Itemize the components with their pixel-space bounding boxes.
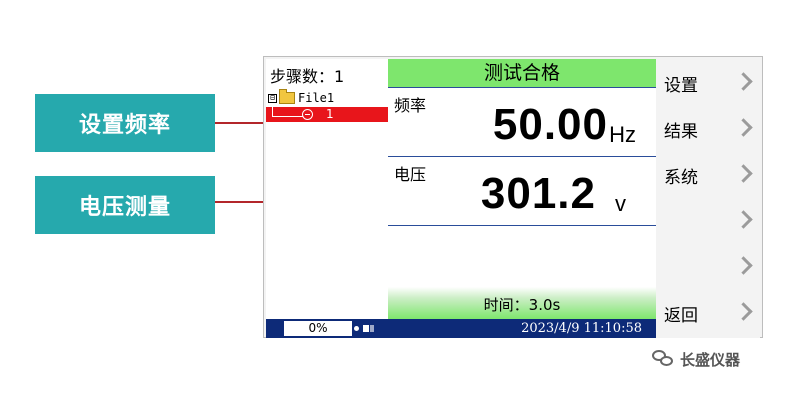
frequency-unit: Hz [609,122,636,147]
chevron-right-icon [734,256,753,275]
folder-icon [279,89,295,104]
measurement-panel: 测试合格 频率 50.00 Hz 电压 301.2 v 时间：3.0s [388,59,656,319]
frequency-value: 50.00 [492,100,608,149]
chevron-right-icon [734,302,753,321]
menu-item-results[interactable]: 结果 [656,105,760,151]
wechat-icon [652,350,674,368]
step-tree-panel: 步骤数：1 ⊟ File1 1 [266,59,389,319]
menu-item-label: 系统 [664,168,698,188]
menu-item-system[interactable]: 系统 [656,151,760,197]
chevron-right-icon [734,72,753,91]
tree-connector-lines [272,104,303,117]
step-count-label: 步骤数：1 [270,67,345,86]
chevron-right-icon [734,164,753,183]
status-bar: 0% 2023/4/9 11:10:58 [266,319,656,338]
step-number-label: 1 [326,107,334,121]
menu-item-back[interactable]: 返回 [656,289,760,335]
menu-item-blank-2[interactable] [656,243,760,289]
test-time-bar: 时间：3.0s [388,287,656,319]
chevron-right-icon [734,118,753,137]
callout-set-frequency: 设置频率 [35,94,215,152]
empty-measurement-block [388,226,656,286]
menu-item-label: 结果 [664,122,698,142]
watermark-brand: 长盛仪器 [680,350,741,369]
soft-key-menu: 设置 结果 系统 返回 [656,59,760,338]
menu-item-label: 设置 [664,76,698,96]
menu-item-settings[interactable]: 设置 [656,59,760,105]
step-status-icon [302,109,313,120]
voltage-unit: v [615,191,626,216]
chevron-right-icon [734,210,753,229]
voltage-value: 301.2 [480,169,596,218]
battery-icon [354,324,376,333]
frequency-block: 频率 50.00 Hz [388,88,656,157]
menu-item-blank-1[interactable] [656,197,760,243]
date-time-display: 2023/4/9 11:10:58 [521,321,642,336]
watermark: 长盛仪器 [652,347,740,371]
file-name-label: File1 [298,91,335,105]
test-result-header: 测试合格 [388,59,656,88]
voltage-label: 电压 [394,165,427,184]
callout-voltage-measurement: 电压测量 [35,176,215,234]
menu-item-label: 返回 [664,306,698,326]
progress-indicator: 0% [284,321,352,336]
voltage-block: 电压 301.2 v [388,157,656,226]
frequency-label: 频率 [394,96,427,115]
tree-collapse-icon[interactable]: ⊟ [268,93,277,103]
